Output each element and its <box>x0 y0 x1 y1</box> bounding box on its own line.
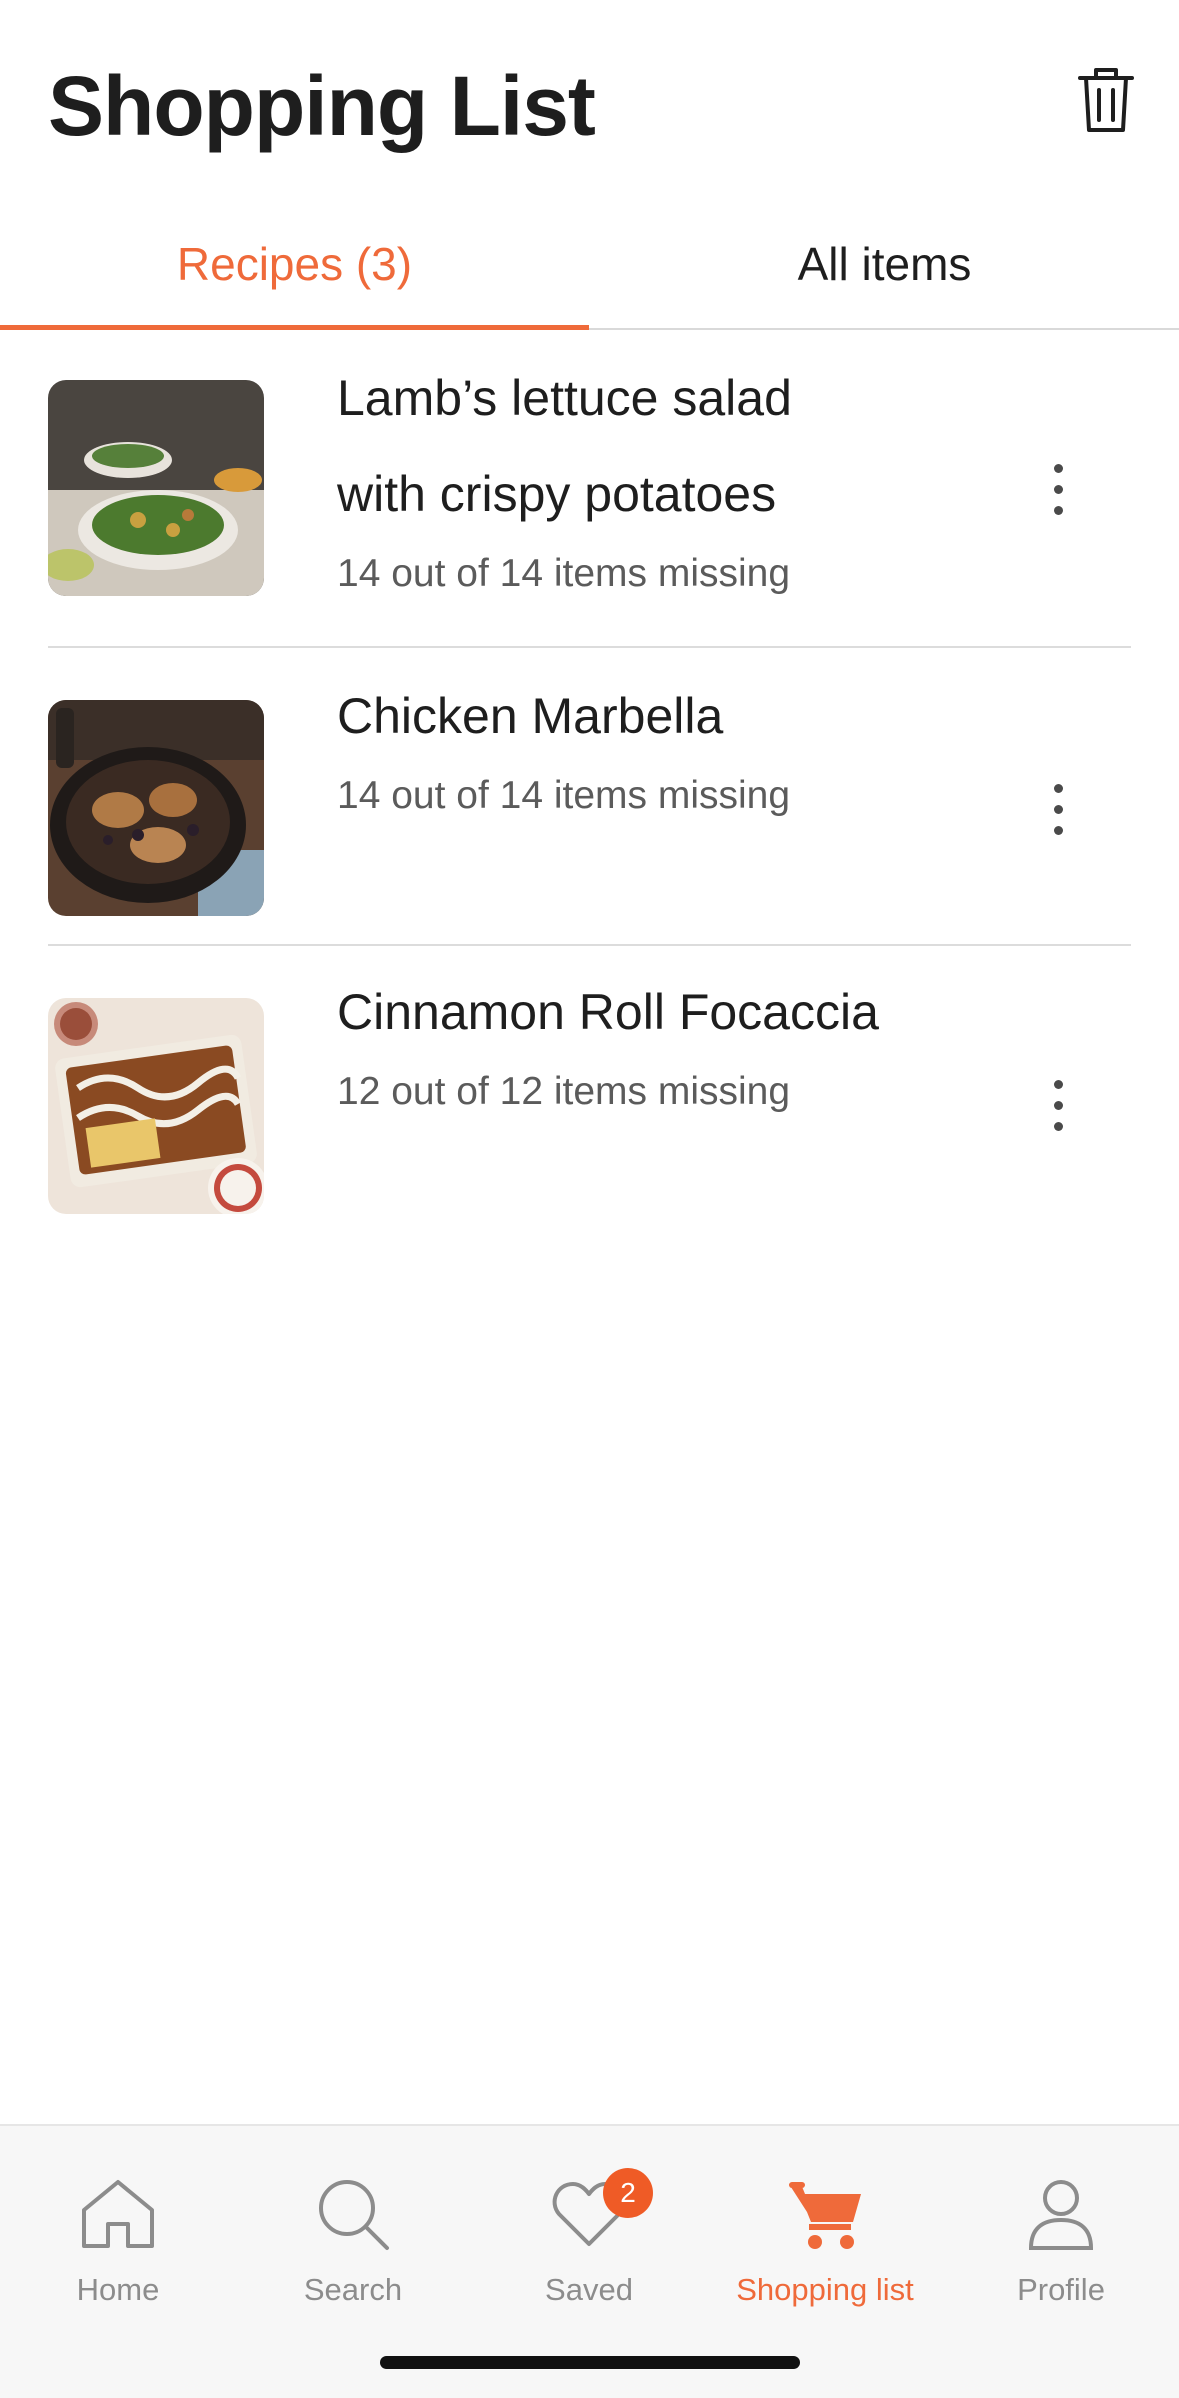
profile-icon <box>1028 2180 1094 2250</box>
nav-search[interactable]: Search <box>235 2146 471 2316</box>
nav-shopping-list-label: Shopping list <box>736 2272 914 2307</box>
recipe-row[interactable]: Cinnamon Roll Focaccia 12 out of 12 item… <box>48 946 1131 1246</box>
more-options-icon[interactable] <box>1048 784 1068 844</box>
recipe-title: Chicken Marbella <box>337 688 724 744</box>
nav-shopping-list[interactable]: Shopping list <box>707 2146 943 2316</box>
recipe-title: Lamb’s lettuce salad <box>337 370 792 426</box>
nav-saved-label: Saved <box>545 2272 633 2307</box>
more-options-icon[interactable] <box>1048 1080 1068 1140</box>
recipe-row[interactable]: Lamb’s lettuce salad with crispy potatoe… <box>48 330 1131 648</box>
missing-items-status: 14 out of 14 items missing <box>337 552 791 595</box>
home-icon <box>82 2180 154 2248</box>
page-title: Shopping List <box>48 59 596 153</box>
cart-icon <box>789 2182 861 2249</box>
header: Shopping List <box>0 0 1179 200</box>
tab-recipes-label: Recipes (3) <box>176 238 413 290</box>
search-icon <box>319 2180 389 2250</box>
missing-items-status: 12 out of 12 items missing <box>337 1070 791 1113</box>
recipe-row[interactable]: Chicken Marbella 14 out of 14 items miss… <box>48 648 1131 946</box>
tab-recipes[interactable]: Recipes (3) <box>0 200 589 330</box>
recipe-title-line2: with crispy potatoes <box>337 466 777 522</box>
recipe-thumbnail <box>48 380 264 596</box>
recipe-title: Cinnamon Roll Focaccia <box>337 984 879 1040</box>
nav-home-label: Home <box>76 2272 160 2307</box>
nav-home[interactable]: Home <box>0 2146 236 2316</box>
tab-all-items[interactable]: All items <box>590 200 1179 328</box>
nav-saved[interactable]: 2 Saved <box>471 2146 707 2316</box>
tab-all-items-label: All items <box>797 238 972 290</box>
recipe-thumbnail <box>48 700 264 916</box>
missing-items-status: 14 out of 14 items missing <box>337 774 791 817</box>
home-indicator <box>380 2356 800 2369</box>
nav-profile[interactable]: Profile <box>943 2146 1179 2316</box>
clear-list-button[interactable] <box>1076 64 1136 136</box>
nav-profile-label: Profile <box>1017 2272 1105 2307</box>
recipe-thumbnail <box>48 998 264 1214</box>
trash-icon <box>1078 68 1134 132</box>
segment-tabs: Recipes (3) All items <box>0 200 1179 330</box>
nav-search-label: Search <box>303 2272 403 2307</box>
saved-count-badge: 2 <box>603 2168 653 2218</box>
more-options-icon[interactable] <box>1048 464 1068 524</box>
